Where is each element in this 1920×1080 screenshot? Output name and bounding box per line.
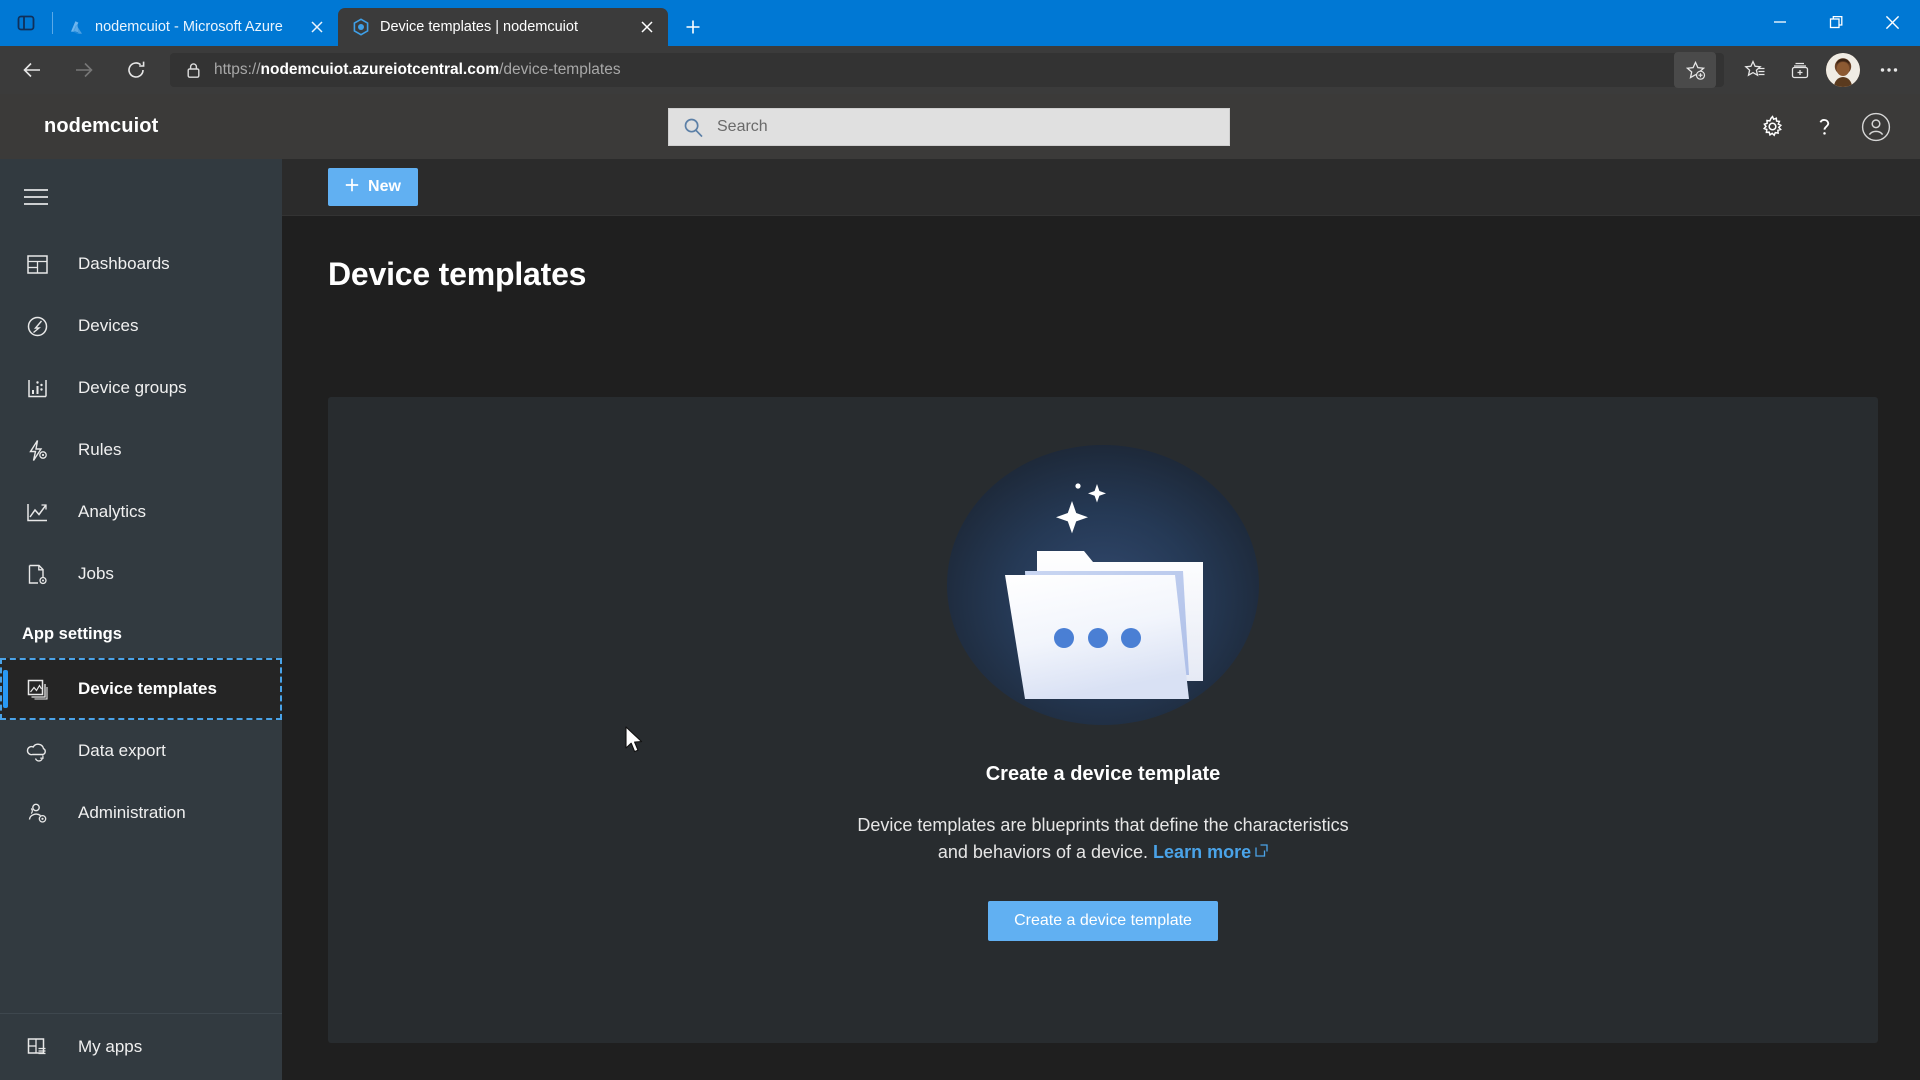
command-bar: New [282, 159, 1920, 216]
profile-avatar[interactable] [1826, 53, 1860, 87]
data-export-icon [22, 740, 52, 763]
sidebar-item-device-templates[interactable]: Device templates [0, 658, 282, 720]
sidebar-item-dashboards[interactable]: Dashboards [0, 233, 282, 295]
empty-state-description: Device templates are blueprints that def… [857, 812, 1348, 865]
devices-icon [22, 315, 52, 338]
analytics-icon [22, 501, 52, 524]
browser-tab-strip: nodemcuiot - Microsoft Azure Device temp… [0, 0, 1920, 46]
reload-icon[interactable] [116, 50, 156, 90]
sidebar-item-analytics[interactable]: Analytics [0, 481, 282, 543]
sidebar-item-label: Devices [78, 316, 139, 335]
settings-and-more-icon[interactable] [1868, 52, 1910, 88]
window-controls [1752, 0, 1920, 44]
browser-tab-title: nodemcuiot - Microsoft Azure [95, 19, 283, 35]
collections-icon[interactable] [1780, 52, 1822, 88]
back-arrow-icon[interactable] [12, 50, 52, 90]
help-icon[interactable] [1798, 101, 1850, 153]
empty-state-panel: Create a device template Device template… [328, 397, 1878, 1043]
gear-icon[interactable] [1746, 101, 1798, 153]
learn-more-label: Learn more [1153, 842, 1252, 863]
sidebar-item-label: Dashboards [78, 254, 170, 273]
sidebar-item-label: My apps [78, 1037, 143, 1056]
favorites-icon[interactable] [1734, 52, 1776, 88]
main-content: New Device templates Create a device tem… [282, 159, 1920, 1080]
sidebar-item-administration[interactable]: Administration [0, 782, 282, 844]
app-header-actions [1746, 94, 1902, 159]
empty-state-title: Create a device template [985, 763, 1221, 785]
jobs-icon [22, 563, 52, 586]
forward-arrow-icon [64, 50, 104, 90]
empty-state-description-line2: and behaviors of a device. [937, 842, 1149, 863]
sidebar-nav: Dashboards Devices Device groups Rules A… [0, 233, 282, 844]
browser-tab-2[interactable]: Device templates | nodemcuiot [338, 8, 668, 46]
close-icon[interactable] [634, 14, 660, 40]
sidebar-item-jobs[interactable]: Jobs [0, 543, 282, 605]
browser-tab-title: Device templates | nodemcuiot [380, 19, 579, 35]
lock-icon [180, 62, 206, 79]
url-host: nodemcuiot.azureiotcentral.com [260, 61, 500, 78]
sidebar-bottom: My apps [0, 1013, 282, 1080]
sidebar-section-app-settings: App settings [22, 625, 122, 643]
account-icon[interactable] [1850, 101, 1902, 153]
external-link-icon [1255, 838, 1268, 864]
search-input[interactable] [707, 118, 1229, 136]
sidebar-item-label: Jobs [78, 564, 114, 583]
browser-tab-1[interactable]: nodemcuiot - Microsoft Azure [53, 8, 338, 46]
sidebar-item-my-apps[interactable]: My apps [0, 1014, 282, 1080]
sidebar-item-label: Analytics [78, 502, 147, 521]
new-button-label: New [368, 178, 401, 195]
search-icon [683, 117, 707, 138]
app-brand[interactable]: nodemcuiot [44, 115, 158, 138]
close-icon[interactable] [1864, 0, 1920, 44]
dashboards-icon [22, 253, 52, 276]
sidebar-item-label: Device groups [78, 378, 187, 397]
sidebar-item-label: Rules [78, 440, 122, 459]
learn-more-link[interactable]: Learn more [1153, 842, 1268, 862]
tab-search-icon[interactable] [0, 0, 52, 46]
device-templates-icon [22, 678, 52, 701]
sidebar-item-rules[interactable]: Rules [0, 419, 282, 481]
sidebar-item-label: Device templates [78, 679, 217, 698]
azure-iot-central-icon [352, 18, 370, 36]
create-device-template-button[interactable]: Create a device template [988, 901, 1218, 942]
browser-toolbar: https://nodemcuiot.azureiotcentral.com/d… [0, 46, 1920, 94]
add-favorite-icon[interactable] [1674, 52, 1716, 88]
sidebar-item-label: Data export [78, 741, 166, 760]
hamburger-menu-icon[interactable] [8, 169, 64, 225]
minimize-icon[interactable] [1752, 0, 1808, 44]
sidebar-item-devices[interactable]: Devices [0, 295, 282, 357]
address-bar[interactable]: https://nodemcuiot.azureiotcentral.com/d… [170, 52, 1724, 88]
device-groups-icon [22, 377, 52, 400]
iot-central-app: nodemcuiot Search Dashboards Devices Dev… [0, 94, 1920, 1080]
address-bar-text: https://nodemcuiot.azureiotcentral.com/d… [206, 61, 1674, 79]
url-path: /device-templates [499, 61, 621, 78]
administration-icon [22, 802, 52, 825]
sidebar-item-device-groups[interactable]: Device groups [0, 357, 282, 419]
empty-state-description-line1: Device templates are blueprints that def… [857, 815, 1349, 835]
rules-icon [22, 439, 52, 462]
sidebar-item-label: Administration [78, 803, 186, 822]
restore-icon[interactable] [1808, 0, 1864, 44]
new-tab-button[interactable] [674, 8, 712, 46]
close-icon[interactable] [304, 14, 330, 40]
sidebar: Dashboards Devices Device groups Rules A… [0, 159, 282, 1080]
azure-logo-icon [67, 18, 85, 36]
sidebar-item-data-export[interactable]: Data export [0, 720, 282, 782]
app-header: nodemcuiot [0, 94, 1920, 159]
new-button[interactable]: New [328, 168, 418, 206]
my-apps-icon [22, 1036, 52, 1059]
plus-icon [345, 178, 359, 197]
url-scheme: https:// [214, 61, 261, 78]
global-search[interactable] [668, 108, 1230, 146]
page-title: Device templates [328, 256, 587, 292]
folder-with-sparkles-illustration [917, 423, 1289, 735]
